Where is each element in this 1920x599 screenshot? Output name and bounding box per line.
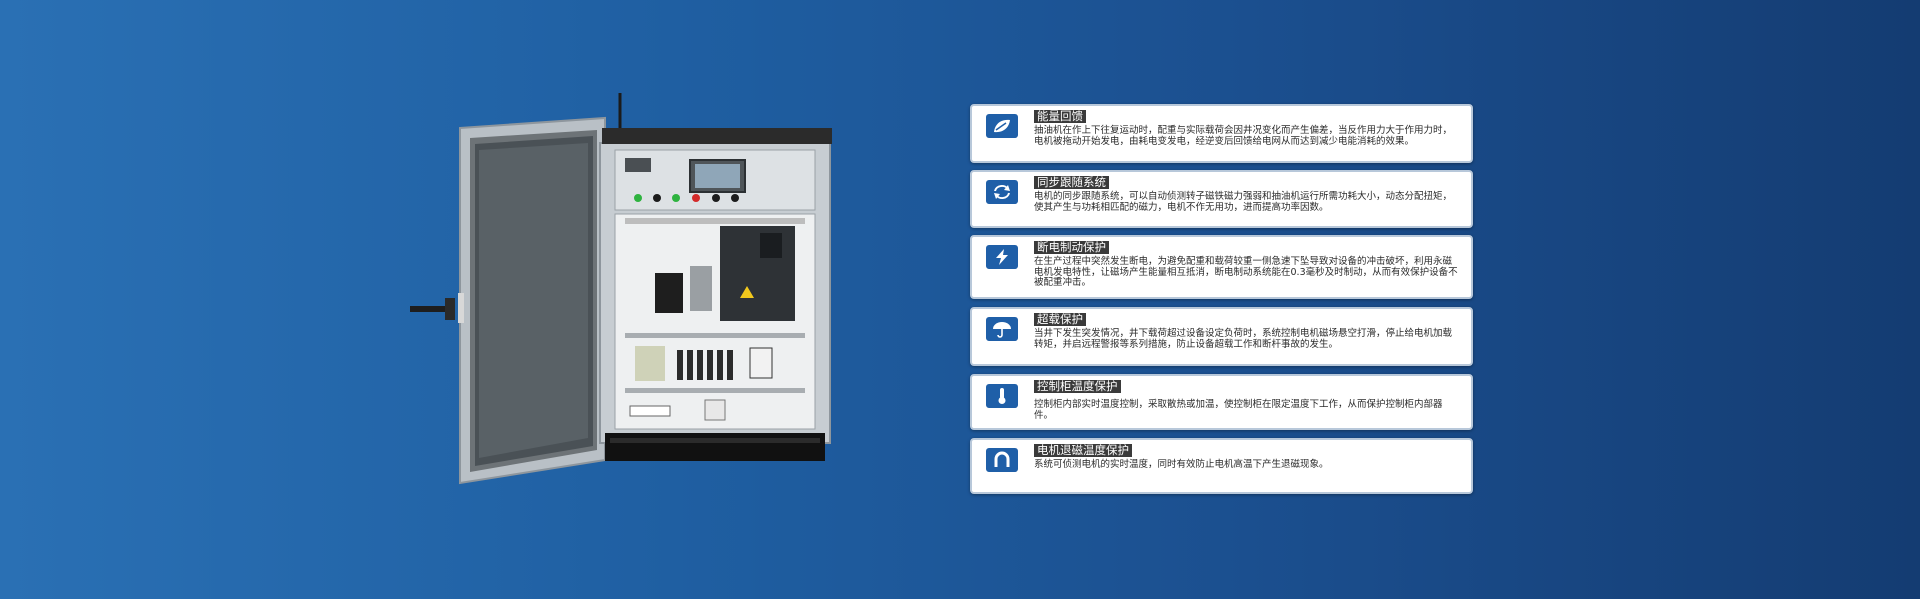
cabinet-drawing bbox=[410, 93, 832, 485]
feature-title: 能量回馈 bbox=[1034, 110, 1086, 123]
feature-title: 超载保护 bbox=[1034, 313, 1086, 326]
magnet-icon bbox=[986, 448, 1018, 472]
feature-description: 控制柜内部实时温度控制，采取散热或加温，使控制柜在限定温度下工作，从而保护控制柜… bbox=[1034, 399, 1443, 421]
leaf-icon bbox=[986, 114, 1018, 138]
umbrella-icon bbox=[986, 317, 1018, 341]
sync-icon bbox=[986, 180, 1018, 204]
feature-card-power-off-brake: 断电制动保护 在生产过程中突然发生断电，为避免配重和载荷较重一侧急速下坠导致对设… bbox=[970, 235, 1473, 299]
feature-description: 抽油机在作上下往复运动时，配重与实际载荷会因井况变化而产生偏差，当反作用力大于作… bbox=[1034, 125, 1453, 147]
feature-card-cabinet-temperature: 控制柜温度保护 控制柜内部实时温度控制，采取散热或加温，使控制柜在限定温度下工作… bbox=[970, 374, 1473, 430]
feature-description: 电机的同步跟随系统，可以自动侦测转子磁铁磁力强弱和抽油机运行所需功耗大小，动态分… bbox=[1034, 191, 1453, 213]
feature-description: 当井下发生突发情况，井下载荷超过设备设定负荷时，系统控制电机磁场悬空打滑，停止给… bbox=[1034, 328, 1453, 350]
feature-description: 系统可侦测电机的实时温度，同时有效防止电机高温下产生退磁现象。 bbox=[1034, 459, 1329, 470]
feature-title: 电机退磁温度保护 bbox=[1034, 444, 1132, 457]
feature-description: 在生产过程中突然发生断电，为避免配重和载荷较重一侧急速下坠导致对设备的冲击破坏，… bbox=[1034, 256, 1458, 288]
feature-card-energy-feedback: 能量回馈 抽油机在作上下往复运动时，配重与实际载荷会因井况变化而产生偏差，当反作… bbox=[970, 104, 1473, 163]
thermometer-icon bbox=[986, 384, 1018, 408]
feature-title: 同步跟随系统 bbox=[1034, 176, 1109, 189]
lightning-icon bbox=[986, 245, 1018, 269]
control-cabinet-image bbox=[405, 88, 845, 493]
feature-title: 控制柜温度保护 bbox=[1034, 380, 1121, 393]
feature-title: 断电制动保护 bbox=[1034, 241, 1109, 254]
feature-card-overload: 超载保护 当井下发生突发情况，井下载荷超过设备设定负荷时，系统控制电机磁场悬空打… bbox=[970, 307, 1473, 366]
feature-card-motor-demagnetization: 电机退磁温度保护 系统可侦测电机的实时温度，同时有效防止电机高温下产生退磁现象。 bbox=[970, 438, 1473, 494]
feature-card-sync-follow: 同步跟随系统 电机的同步跟随系统，可以自动侦测转子磁铁磁力强弱和抽油机运行所需功… bbox=[970, 170, 1473, 228]
